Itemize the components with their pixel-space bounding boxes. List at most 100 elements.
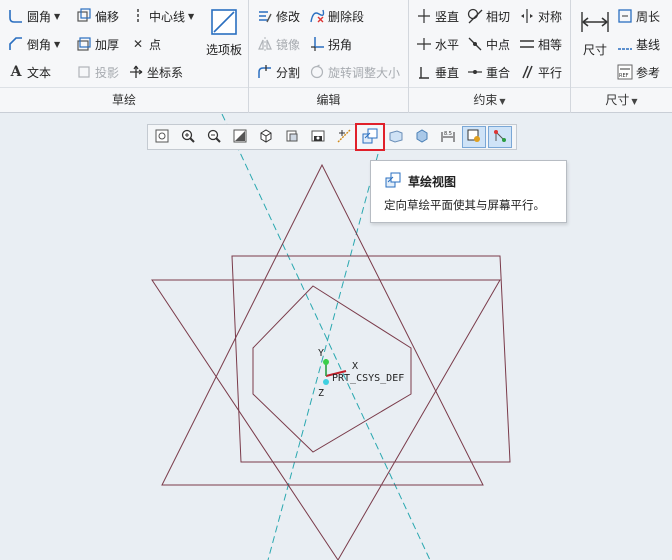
tooltip: 草绘视图 定向草绘平面使其与屏幕平行。	[370, 160, 567, 223]
saved-orientations-button[interactable]	[280, 126, 304, 148]
parallel-button[interactable]: 平行	[519, 62, 562, 82]
symmetric-button[interactable]: 对称	[519, 6, 562, 26]
sketch-view-button[interactable]	[355, 123, 385, 151]
zoom-in-button[interactable]	[176, 126, 200, 148]
csys-icon	[128, 64, 144, 80]
graphics-window[interactable]: Y X Z PRT_CSYS_DEF	[0, 114, 672, 560]
modify-label: 修改	[276, 9, 301, 24]
csys-marker[interactable]: Y X Z PRT_CSYS_DEF	[318, 348, 404, 399]
horizontal-button[interactable]: 水平	[416, 34, 459, 54]
csys-axis-z-label: Z	[318, 388, 324, 399]
centerline-icon	[130, 8, 146, 24]
palette-icon	[208, 6, 240, 38]
divide-button[interactable]: 分割	[257, 62, 300, 82]
coincident-button[interactable]: 重合	[467, 62, 510, 82]
vertical-button[interactable]: 竖直	[416, 6, 459, 26]
chevron-down-icon[interactable]: ▼	[54, 12, 60, 21]
perpendicular-button[interactable]: 垂直	[416, 62, 459, 82]
rotate-resize-icon	[309, 64, 325, 80]
sketch-triangle-down[interactable]	[151, 279, 501, 560]
equal-label: 相等	[538, 37, 563, 52]
palette-button[interactable]: 选项板	[202, 6, 246, 58]
sketch-parallelogram[interactable]	[231, 255, 511, 463]
shaded-display-button[interactable]	[410, 126, 434, 148]
thicken-label: 加厚	[95, 37, 120, 52]
modify-button[interactable]: 修改	[257, 6, 300, 26]
text-label: 文本	[27, 65, 52, 80]
baseline-button[interactable]: 基线	[617, 34, 660, 54]
group-label-constraint[interactable]: 约束 ▼	[409, 90, 570, 110]
reference-button[interactable]: REF 参考	[617, 62, 660, 82]
offset-label: 偏移	[95, 9, 120, 24]
text-button[interactable]: A 文本	[8, 62, 51, 82]
constraint-display-icon	[466, 128, 482, 147]
modify-icon	[257, 8, 273, 24]
constraint-display-button[interactable]	[462, 126, 486, 148]
mirror-button[interactable]: 镜像	[257, 34, 300, 54]
delete-segment-button[interactable]: 删除段	[309, 6, 364, 26]
thicken-icon	[76, 36, 92, 52]
sketch-view-icon	[385, 172, 401, 188]
vertical-icon	[416, 8, 432, 24]
sketch-view-icon	[362, 128, 378, 147]
equal-button[interactable]: 相等	[519, 34, 562, 54]
dimension-button[interactable]: 尺寸	[577, 6, 613, 58]
midpoint-icon	[467, 36, 483, 52]
fillet-button[interactable]: 圆角 ▼	[8, 6, 60, 26]
perimeter-label: 周长	[636, 9, 661, 24]
repaint-button[interactable]	[228, 126, 252, 148]
group-divider	[249, 87, 408, 88]
coincident-label: 重合	[486, 65, 511, 80]
fillet-label: 圆角	[27, 9, 52, 24]
datum-display-button[interactable]	[332, 126, 356, 148]
point-button[interactable]: ✕ 点	[130, 34, 161, 54]
corner-button[interactable]: 拐角	[309, 34, 352, 54]
dimension-display-button[interactable]: 8.5	[436, 126, 460, 148]
thicken-button[interactable]: 加厚	[76, 34, 119, 54]
midpoint-button[interactable]: 中点	[467, 34, 510, 54]
refit-button[interactable]	[150, 126, 174, 148]
point-label: 点	[149, 37, 162, 52]
horizontal-label: 水平	[435, 37, 460, 52]
delete-segment-label: 删除段	[328, 9, 365, 24]
refit-icon	[154, 128, 170, 147]
group-divider	[0, 87, 248, 88]
csys-button[interactable]: 坐标系	[128, 62, 183, 82]
divide-label: 分割	[276, 65, 301, 80]
tangent-button[interactable]: 相切	[467, 6, 510, 26]
dimension-group-title: 尺寸	[605, 93, 630, 107]
display-style-icon	[258, 128, 274, 147]
sketcher-display-button[interactable]	[384, 126, 408, 148]
perimeter-button[interactable]: 周长	[617, 6, 660, 26]
tangent-icon	[467, 8, 483, 24]
csys-y-handle	[323, 359, 329, 365]
vertex-display-button[interactable]	[488, 126, 512, 148]
centerline-button[interactable]: 中心线 ▼	[130, 6, 194, 26]
sketch-hexagon[interactable]	[252, 285, 412, 453]
perpendicular-icon	[416, 64, 432, 80]
reference-label: 参考	[636, 65, 661, 80]
chevron-down-icon[interactable]: ▼	[188, 12, 194, 21]
dimension-icon	[579, 6, 611, 38]
rotate-resize-button[interactable]: 旋转调整大小	[309, 62, 400, 82]
chamfer-button[interactable]: 倒角 ▼	[8, 34, 60, 54]
group-label-dimension[interactable]: 尺寸 ▼	[571, 90, 672, 110]
zoom-out-button[interactable]	[202, 126, 226, 148]
group-label-edit: 编辑	[316, 93, 341, 107]
reference-icon: REF	[617, 64, 633, 80]
csys-name-label: PRT_CSYS_DEF	[332, 373, 404, 384]
tooltip-title: 草绘视图	[408, 175, 457, 189]
project-button[interactable]: 投影	[76, 62, 119, 82]
corner-icon	[309, 36, 325, 52]
equal-icon	[519, 36, 535, 52]
baseline-label: 基线	[636, 37, 661, 52]
group-dimension: 尺寸 周长 基线 REF 参考 尺寸 ▼	[571, 0, 672, 113]
vertical-label: 竖直	[435, 9, 460, 24]
divide-icon	[257, 64, 273, 80]
symmetric-icon	[519, 8, 535, 24]
display-style-button[interactable]	[254, 126, 278, 148]
chevron-down-icon[interactable]: ▼	[54, 40, 60, 49]
svg-text:REF: REF	[619, 73, 629, 79]
offset-button[interactable]: 偏移	[76, 6, 119, 26]
view-manager-button[interactable]	[306, 126, 330, 148]
